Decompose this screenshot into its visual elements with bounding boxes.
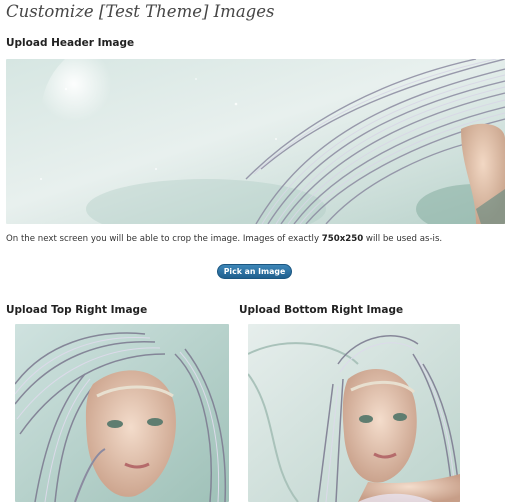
header-image-preview	[6, 59, 505, 224]
upload-top-right-heading: Upload Top Right Image	[6, 304, 148, 316]
upload-header-heading: Upload Header Image	[6, 37, 135, 49]
top-right-image-preview	[15, 324, 229, 502]
help-suffix: will be used as-is.	[363, 234, 443, 244]
bottom-right-image-preview	[248, 324, 460, 502]
fairy-portrait-image	[248, 324, 460, 502]
help-prefix: On the next screen you will be able to c…	[6, 234, 322, 244]
upload-bottom-right-heading: Upload Bottom Right Image	[239, 304, 404, 316]
fairy-header-image	[6, 59, 505, 224]
crop-help-text: On the next screen you will be able to c…	[6, 234, 442, 244]
pick-image-button[interactable]: Pick an Image	[217, 264, 292, 279]
fairy-portrait-image	[15, 324, 229, 502]
help-size: 750x250	[321, 234, 364, 244]
page-title: Customize [Test Theme] Images	[6, 2, 275, 21]
